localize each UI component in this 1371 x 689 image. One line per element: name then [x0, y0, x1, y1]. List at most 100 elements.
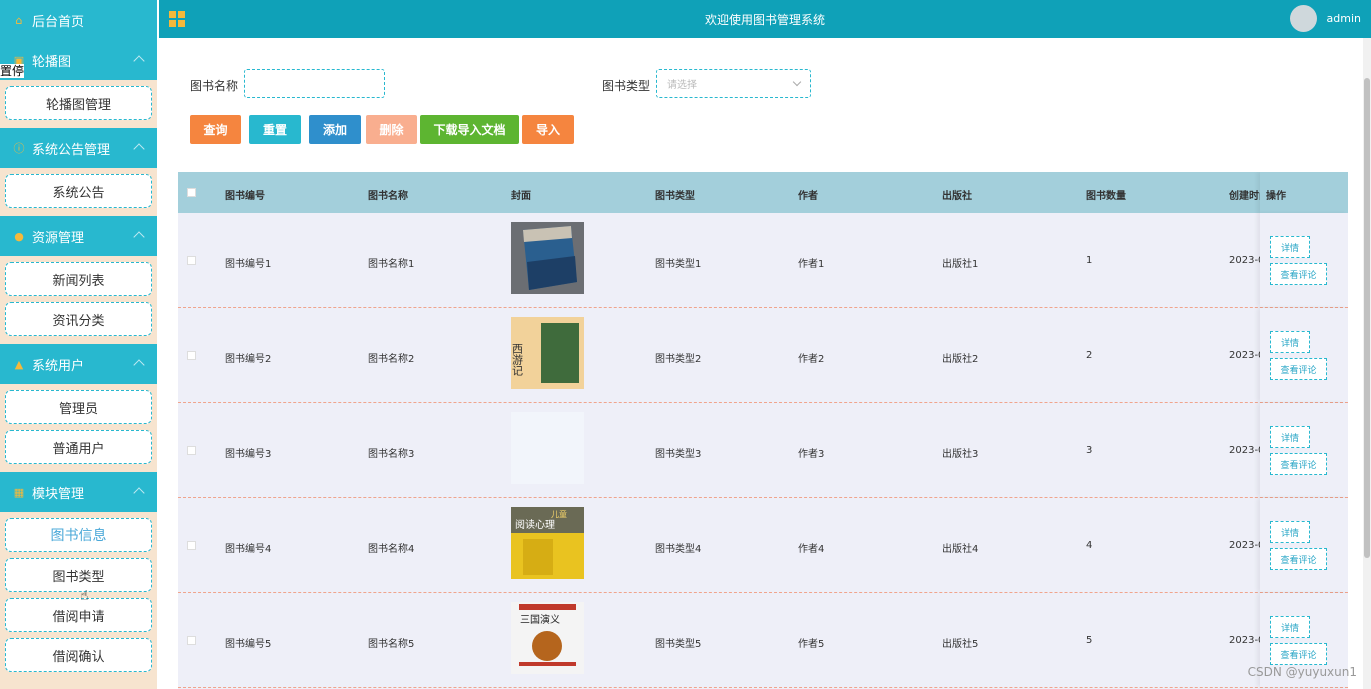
column-header: 操作 — [1266, 191, 1286, 202]
page-title: 欢迎使用图书管理系统 — [704, 13, 825, 27]
scrollbar-thumb[interactable] — [1364, 78, 1370, 558]
sidebar-group-label: 轮播图 — [32, 54, 72, 70]
sidebar-item-news-list[interactable]: 新闻列表 — [5, 262, 152, 296]
row-ops: 详情 查看评论 — [1260, 403, 1348, 497]
column-header: 图书数量 — [1086, 191, 1126, 202]
row-checkbox[interactable] — [187, 351, 196, 360]
book-id: 图书编号3 — [225, 449, 272, 460]
query-button[interactable]: 查询 — [190, 115, 241, 144]
column-header: 图书编号 — [225, 191, 265, 202]
sidebar-home-label: 后台首页 — [32, 14, 85, 30]
book-name: 图书名称5 — [368, 639, 415, 650]
row-ops: 详情 查看评论 — [1260, 308, 1348, 402]
username[interactable]: admin — [1327, 12, 1361, 25]
sidebar-item-borrow-apply[interactable]: 借阅申请 — [5, 598, 152, 632]
chevron-up-icon — [133, 231, 145, 243]
detail-button[interactable]: 详情 — [1270, 521, 1310, 543]
delete-button[interactable]: 删除 — [366, 115, 417, 144]
cover-title-3: 三国演义 — [520, 613, 560, 626]
cover-title-2a: 儿童 — [551, 509, 567, 519]
row-checkbox[interactable] — [187, 446, 196, 455]
sidebar-group-resource[interactable]: ● 资源管理 — [0, 216, 157, 256]
chevron-up-icon — [133, 359, 145, 371]
top-bar: 欢迎使用图书管理系统 admin — [159, 0, 1371, 38]
sidebar-item-carousel-manage[interactable]: 轮播图管理 — [5, 86, 152, 120]
sidebar-item-borrow-confirm[interactable]: 借阅确认 — [5, 638, 152, 672]
book-name-input[interactable] — [244, 69, 385, 98]
book-quantity: 2 — [1086, 350, 1093, 361]
detail-button[interactable]: 详情 — [1270, 331, 1310, 353]
book-type: 图书类型2 — [655, 354, 702, 365]
add-button[interactable]: 添加 — [309, 115, 361, 144]
detail-button[interactable]: 详情 — [1270, 236, 1310, 258]
sidebar-item-normal-user[interactable]: 普通用户 — [5, 430, 152, 464]
main-content: 图书名称 图书类型 请选择 查询 重置 添加 删除 下载导入文档 导入 图书编号… — [159, 44, 1371, 689]
sidebar-group-modules[interactable]: ▦ 模块管理 — [0, 472, 157, 512]
view-comments-button[interactable]: 查看评论 — [1270, 263, 1327, 285]
view-comments-button[interactable]: 查看评论 — [1270, 358, 1327, 380]
table-row: 图书编号5 图书名称5 三国演义 图书类型5 作者5 出版社5 5 2023-0… — [178, 593, 1348, 688]
column-header: 出版社 — [942, 191, 972, 202]
book-publisher: 出版社5 — [942, 639, 979, 650]
import-button[interactable]: 导入 — [522, 115, 574, 144]
book-author: 作者5 — [798, 639, 825, 650]
book-name: 图书名称3 — [368, 449, 415, 460]
view-comments-button[interactable]: 查看评论 — [1270, 453, 1327, 475]
chevron-up-icon — [133, 143, 145, 155]
book-table: 图书编号 图书名称 封面 图书类型 作者 出版社 图书数量 创建时间 操作 图书… — [178, 172, 1348, 689]
watermark: CSDN @yuyuxun1 — [1247, 665, 1357, 679]
book-id: 图书编号2 — [225, 354, 272, 365]
sidebar-home[interactable]: ⌂ 后台首页 — [0, 0, 157, 40]
view-comments-button[interactable]: 查看评论 — [1270, 643, 1327, 665]
select-all-checkbox[interactable] — [187, 188, 196, 197]
location-icon: ● — [14, 229, 24, 243]
book-cover-image: 三国演义 — [511, 602, 584, 674]
table-row: 图书编号2 图书名称2 西游记 图书类型2 作者2 出版社2 2 2023-0 … — [178, 308, 1348, 403]
page-scrollbar[interactable] — [1363, 38, 1371, 689]
sidebar-item-admin[interactable]: 管理员 — [5, 390, 152, 424]
hand-cursor-icon: ☝ — [80, 588, 89, 604]
view-comments-button[interactable]: 查看评论 — [1270, 548, 1327, 570]
book-author: 作者4 — [798, 544, 825, 555]
avatar[interactable] — [1290, 5, 1317, 32]
home-icon: ⌂ — [15, 13, 23, 27]
book-publisher: 出版社1 — [942, 259, 979, 270]
info-icon: ⓘ — [13, 142, 25, 155]
chevron-down-icon — [792, 77, 802, 87]
stray-text: 置停 — [0, 64, 25, 78]
reset-button[interactable]: 重置 — [249, 115, 301, 144]
sidebar-item-notice[interactable]: 系统公告 — [5, 174, 152, 208]
detail-button[interactable]: 详情 — [1270, 426, 1310, 448]
user-icon: ▲ — [14, 357, 24, 371]
book-type: 图书类型3 — [655, 449, 702, 460]
book-quantity: 4 — [1086, 540, 1093, 551]
table-row: 图书编号1 图书名称1 图书类型1 作者1 出版社1 1 2023-0 详情 查… — [178, 213, 1348, 308]
sidebar-group-notice[interactable]: ⓘ 系统公告管理 — [0, 128, 157, 168]
sidebar-item-news-category[interactable]: 资讯分类 — [5, 302, 152, 336]
table-header: 图书编号 图书名称 封面 图书类型 作者 出版社 图书数量 创建时间 操作 — [178, 172, 1348, 213]
column-header: 作者 — [798, 191, 818, 202]
sidebar-group-users[interactable]: ▲ 系统用户 — [0, 344, 157, 384]
book-id: 图书编号4 — [225, 544, 272, 555]
book-cover-image: 西游记 — [511, 317, 584, 389]
book-name: 图书名称1 — [368, 259, 415, 270]
ops-header: 操作 — [1260, 172, 1348, 213]
sidebar-group-label: 模块管理 — [32, 486, 85, 502]
column-header: 图书类型 — [655, 191, 695, 202]
book-type-select[interactable]: 请选择 — [656, 69, 811, 98]
chevron-up-icon — [133, 55, 145, 67]
row-checkbox[interactable] — [187, 541, 196, 550]
detail-button[interactable]: 详情 — [1270, 616, 1310, 638]
sidebar-item-book-type[interactable]: 图书类型 — [5, 558, 152, 592]
book-author: 作者2 — [798, 354, 825, 365]
book-name-label: 图书名称 — [190, 79, 239, 93]
row-checkbox[interactable] — [187, 256, 196, 265]
sidebar-group-label: 资源管理 — [32, 230, 85, 246]
row-checkbox[interactable] — [187, 636, 196, 645]
download-template-button[interactable]: 下载导入文档 — [420, 115, 519, 144]
book-publisher: 出版社4 — [942, 544, 979, 555]
book-cover-image — [511, 412, 584, 484]
book-name: 图书名称2 — [368, 354, 415, 365]
sidebar-item-book-info[interactable]: 图书信息 — [5, 518, 152, 552]
book-cover-image — [511, 222, 584, 294]
